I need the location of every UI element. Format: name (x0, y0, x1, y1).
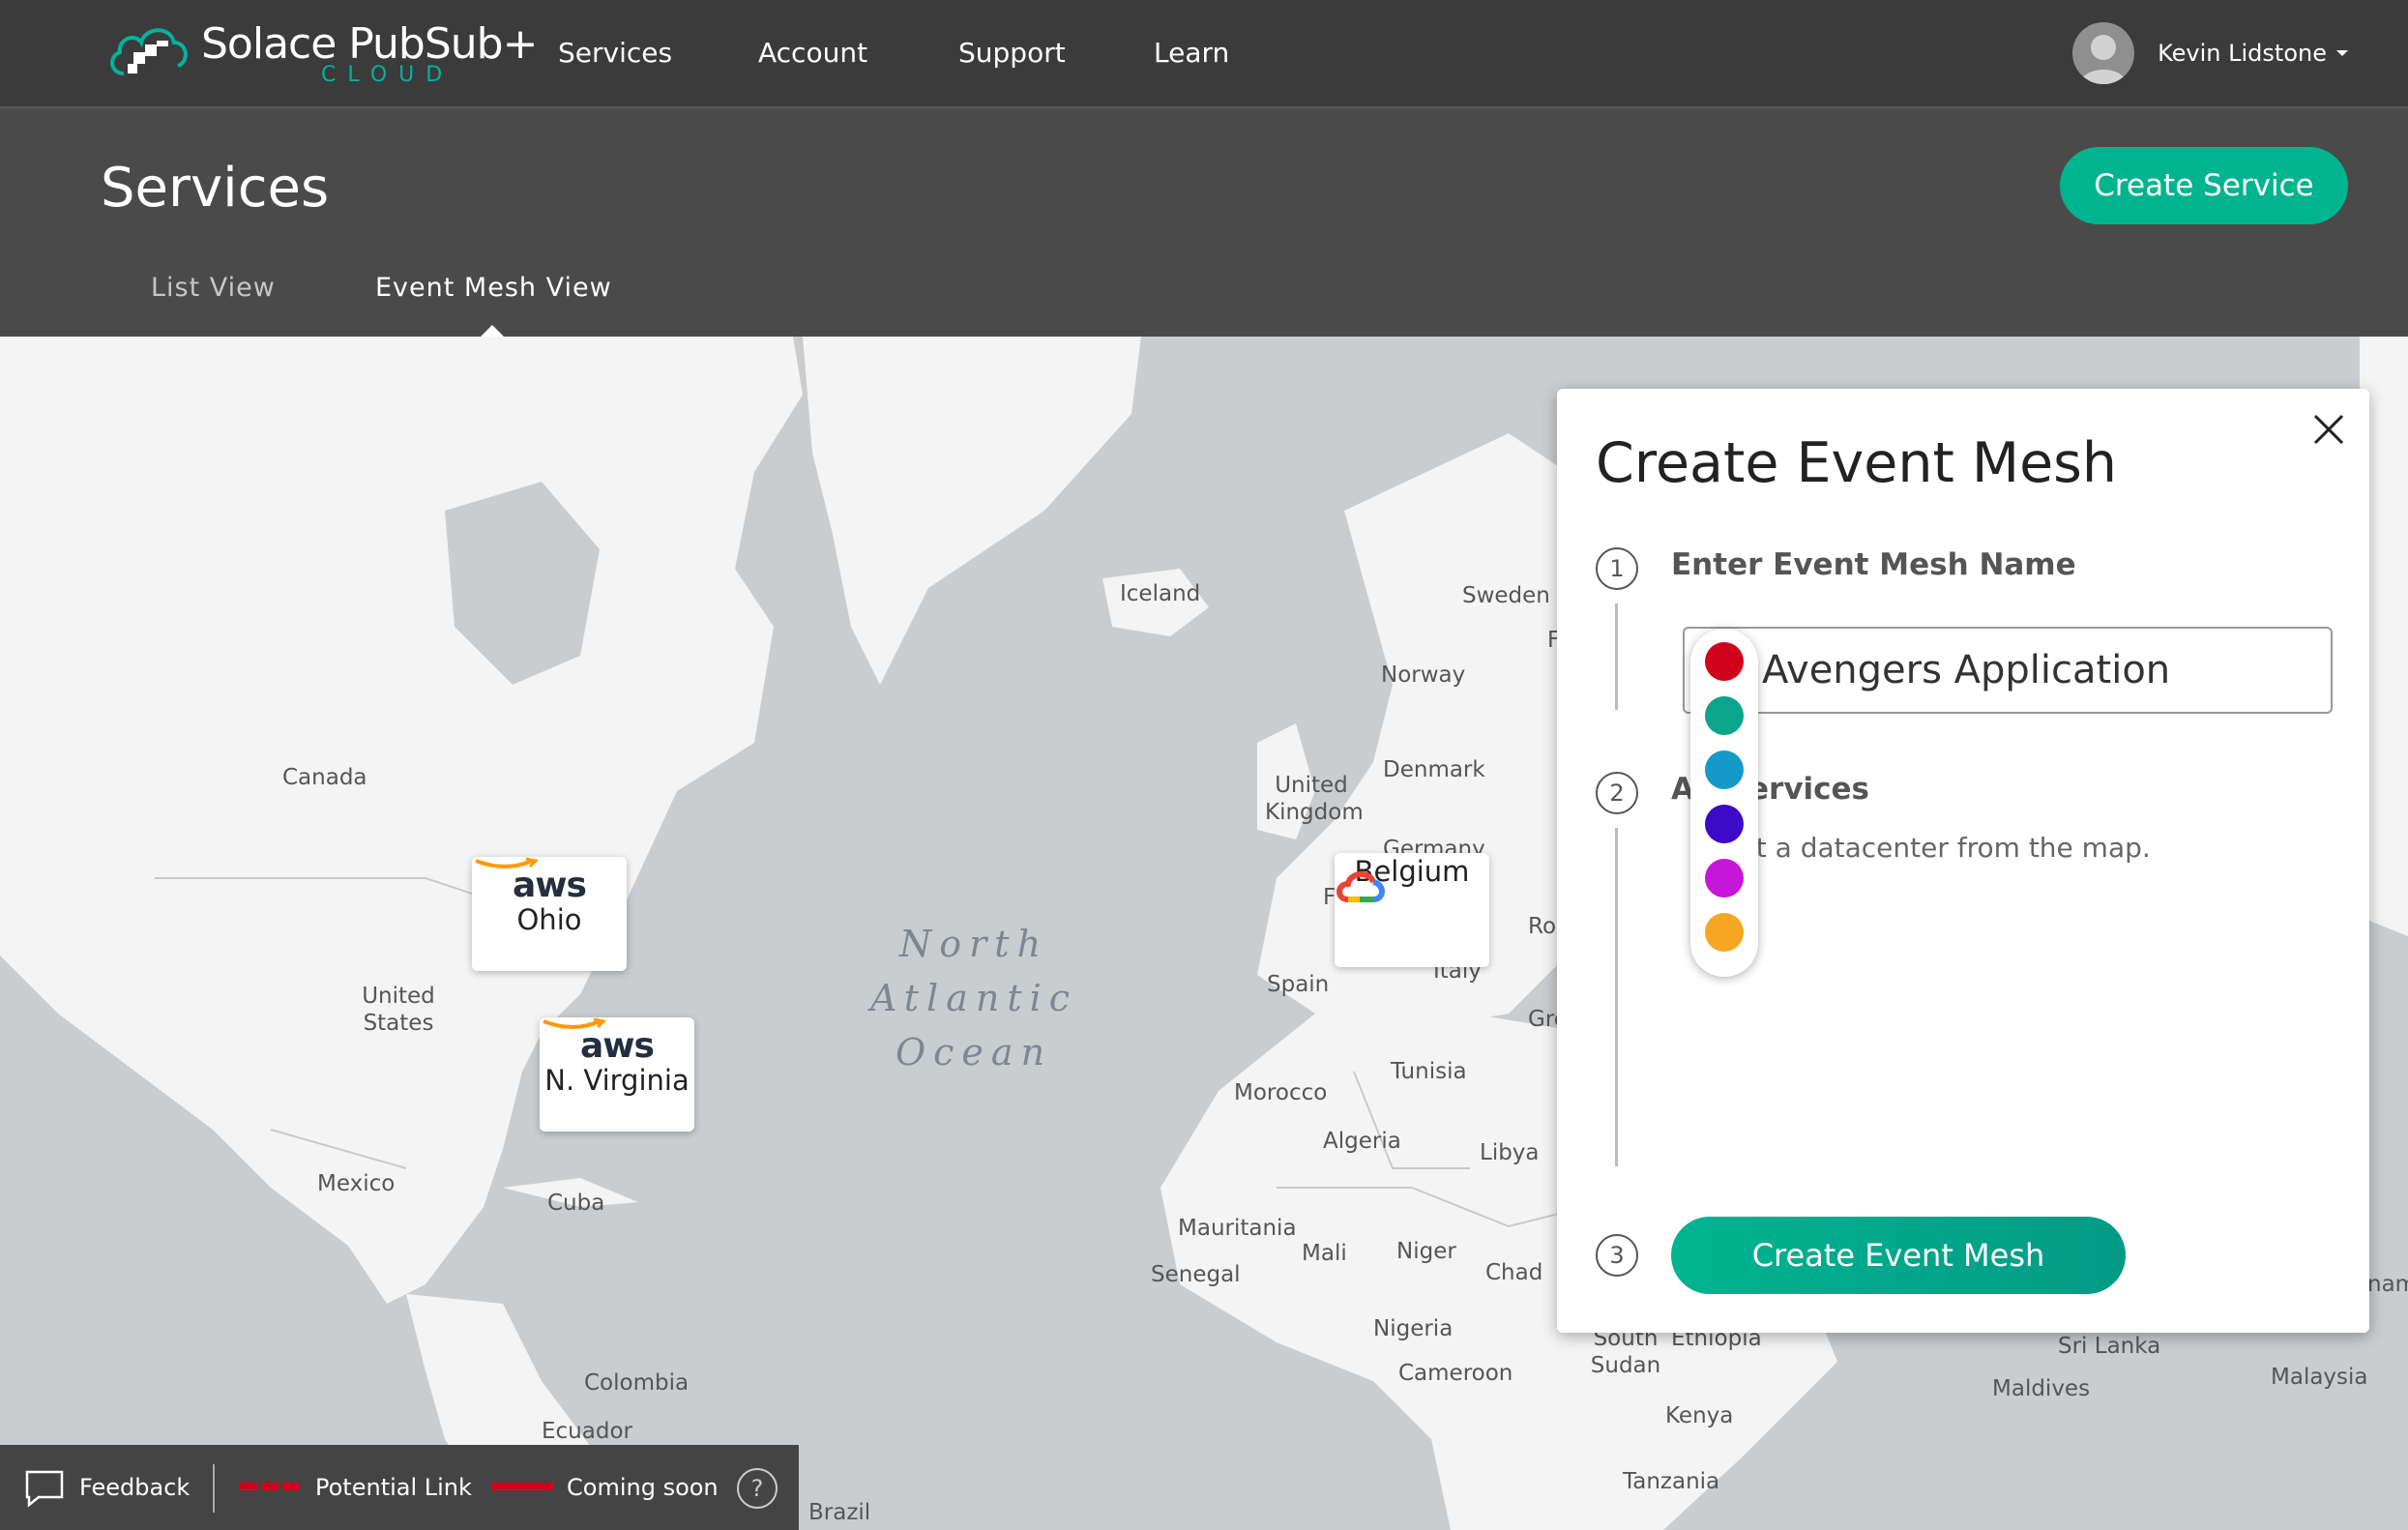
place-label: Spain (1267, 972, 1330, 997)
place-label: Malaysia (2271, 1365, 2368, 1390)
legend-divider (213, 1464, 215, 1513)
nav-account[interactable]: Account (758, 37, 867, 69)
feedback-link[interactable]: Feedback (79, 1474, 190, 1501)
color-swatch-indigo[interactable] (1705, 805, 1744, 843)
panel-title: Create Event Mesh (1596, 431, 2117, 495)
place-label: Ecuador (542, 1419, 632, 1444)
nav-services[interactable]: Services (558, 37, 672, 69)
ocean-label-line: North (899, 923, 1049, 965)
place-label: Maldives (1992, 1376, 2091, 1401)
datacenter-label: Ohio (516, 903, 582, 936)
aws-smile-icon (543, 1017, 607, 1029)
place-label: Norway (1381, 662, 1466, 688)
datacenter-belgium[interactable]: Belgium (1335, 853, 1489, 967)
place-label: Mali (1302, 1241, 1347, 1266)
aws-logo: aws (513, 866, 587, 905)
avatar (2072, 22, 2135, 84)
color-swatch-magenta[interactable] (1705, 859, 1744, 897)
place-label: Brazil (808, 1500, 871, 1525)
place-label: Mexico (317, 1171, 396, 1196)
place-label: Iceland (1120, 581, 1201, 606)
create-event-mesh-button[interactable]: Create Event Mesh (1671, 1217, 2126, 1294)
place-label: Denmark (1383, 757, 1485, 782)
aws-logo: aws (580, 1026, 655, 1066)
create-event-mesh-panel: Create Event Mesh 1 Enter Event Mesh Nam… (1557, 389, 2369, 1333)
color-swatch-orange[interactable] (1705, 913, 1744, 952)
active-tab-indicator (481, 325, 504, 337)
place-label: Cameroon (1398, 1361, 1513, 1386)
potential-link-swatch (240, 1483, 302, 1490)
page-header: Services Create Service List View Event … (0, 108, 2408, 337)
help-icon[interactable]: ? (737, 1468, 778, 1509)
datacenter-ohio[interactable]: aws Ohio (472, 857, 627, 971)
ocean-label-line: Ocean (895, 1031, 1053, 1074)
create-service-button[interactable]: Create Service (2060, 147, 2348, 224)
tab-list-view[interactable]: List View (151, 273, 276, 303)
legend-label: Coming soon (567, 1474, 719, 1501)
place-label: nam (2367, 1272, 2408, 1297)
map-legend-bar: Feedback Potential Link Coming soon ? (0, 1445, 799, 1530)
close-icon[interactable] (2307, 408, 2350, 451)
solace-cloud-icon (110, 28, 188, 75)
place-label: South Sudan (1590, 1326, 1661, 1378)
place-label: Kenya (1665, 1403, 1734, 1428)
tab-event-mesh-view[interactable]: Event Mesh View (375, 273, 612, 303)
place-label: Chad (1485, 1260, 1543, 1285)
datacenter-label: N. Virginia (544, 1064, 690, 1097)
nav-support[interactable]: Support (958, 37, 1066, 69)
place-label: Senegal (1151, 1262, 1241, 1287)
step-number: 2 (1596, 772, 1638, 814)
place-label: Canada (282, 765, 367, 790)
feedback-icon[interactable] (23, 1468, 66, 1509)
page-title: Services (101, 157, 330, 220)
chevron-down-icon (2336, 50, 2348, 56)
mesh-color-picker (1690, 629, 1758, 977)
solace-logo[interactable]: Solace PubSub+ CLOUD (106, 17, 538, 95)
datacenter-n-virginia[interactable]: aws N. Virginia (540, 1017, 694, 1132)
place-label: Libya (1480, 1140, 1540, 1165)
place-label: Sri Lanka (2058, 1334, 2161, 1359)
google-cloud-icon (1336, 871, 1385, 902)
place-label: Niger (1396, 1239, 1456, 1264)
place-label: Tunisia (1391, 1059, 1467, 1084)
step-title: Enter Event Mesh Name (1671, 547, 2076, 582)
color-swatch-teal[interactable] (1705, 696, 1744, 735)
ocean-label: North Atlantic Ocean (870, 917, 1077, 1079)
brand-sub: CLOUD (321, 63, 455, 87)
step-connector (1615, 603, 1618, 710)
legend-label: Potential Link (315, 1474, 472, 1501)
color-swatch-red[interactable] (1705, 642, 1744, 681)
step-title-rest: ervices (1748, 772, 1869, 807)
place-label: Ro (1528, 914, 1557, 939)
user-menu[interactable]: Kevin Lidstone (2072, 21, 2348, 85)
ocean-label-line: Atlantic (870, 977, 1078, 1019)
step-number: 1 (1596, 547, 1638, 590)
step-number: 3 (1596, 1234, 1638, 1277)
coming-soon-swatch (491, 1483, 553, 1490)
aws-smile-icon (475, 857, 540, 868)
event-mesh-name-input[interactable]: Avengers Application (1683, 627, 2333, 714)
step-hint-rest: t a datacenter from the map. (1755, 832, 2151, 864)
user-name: Kevin Lidstone (2158, 40, 2327, 67)
place-label: Mauritania (1178, 1216, 1297, 1241)
place-label: Colombia (584, 1370, 690, 1396)
place-label: Algeria (1323, 1129, 1401, 1154)
top-navigation-bar: Solace PubSub+ CLOUD Services Account Su… (0, 0, 2408, 108)
place-label: Sweden (1462, 583, 1550, 608)
step-hint: St a datacenter from the map. (1692, 832, 2151, 864)
place-label: United Kingdom (1265, 773, 1364, 825)
place-label: Tanzania (1623, 1469, 1720, 1494)
event-mesh-name-value: Avengers Application (1762, 648, 2171, 692)
place-label: United States (362, 984, 435, 1036)
nav-learn[interactable]: Learn (1154, 37, 1229, 69)
color-swatch-blue[interactable] (1705, 750, 1744, 789)
step-connector (1615, 828, 1618, 1166)
place-label: Nigeria (1373, 1316, 1454, 1341)
place-label: Cuba (547, 1191, 605, 1216)
place-label: Morocco (1234, 1080, 1328, 1105)
user-avatar-icon (2080, 35, 2128, 84)
brand-name: Solace PubSub+ (201, 19, 538, 69)
